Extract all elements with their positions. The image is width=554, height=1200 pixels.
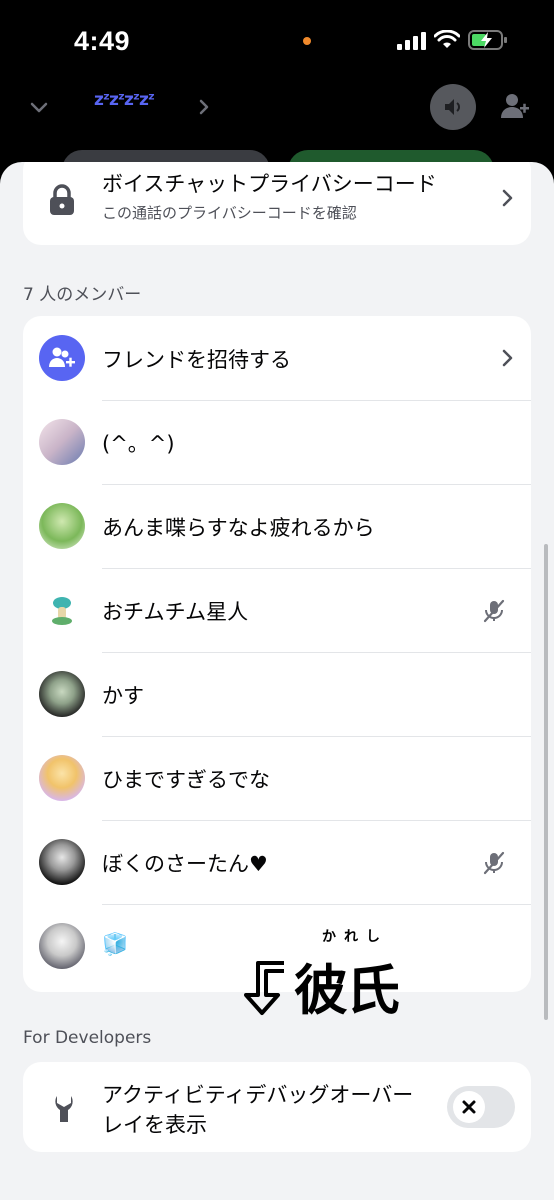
members-list: フレンドを招待する (^。^) あんま喋らすなよ疲れるから おチムチム星人 かす… xyxy=(23,316,531,992)
status-bar: 4:49 xyxy=(0,0,554,80)
invite-friends-label: フレンドを招待する xyxy=(102,348,291,372)
add-user-icon[interactable] xyxy=(500,92,530,120)
developers-header: For Developers xyxy=(23,1028,152,1048)
invite-friends-row[interactable]: フレンドを招待する xyxy=(23,316,531,401)
scrollbar[interactable] xyxy=(544,544,548,1020)
divider xyxy=(102,820,531,821)
lock-icon xyxy=(50,184,74,215)
member-avatar xyxy=(39,755,85,801)
member-row[interactable]: あんま喋らすなよ疲れるから xyxy=(23,484,531,569)
toggle-knob xyxy=(453,1091,485,1123)
divider xyxy=(102,652,531,653)
chevron-right-icon[interactable] xyxy=(196,96,212,118)
divider xyxy=(102,736,531,737)
member-row[interactable]: ひまですぎるでな xyxy=(23,736,531,821)
divider xyxy=(102,568,531,569)
debug-overlay-toggle[interactable] xyxy=(447,1086,515,1128)
wifi-icon xyxy=(434,30,460,48)
member-avatar xyxy=(39,587,85,633)
debug-overlay-row[interactable]: アクティビティデバッグオーバーレイを表示 xyxy=(23,1062,531,1152)
debug-overlay-label: アクティビティデバッグオーバーレイを表示 xyxy=(102,1083,414,1137)
member-name: かす xyxy=(102,684,144,708)
channel-name-text: zᶻzᶻzᶻzᶻ xyxy=(94,90,155,110)
member-row[interactable]: ぼくのさーたん♥ xyxy=(23,820,531,905)
divider xyxy=(102,400,531,401)
privacy-title: ボイスチャットプライバシーコード xyxy=(102,172,437,196)
chevron-right-icon xyxy=(502,349,513,367)
members-header: 7 人のメンバー xyxy=(23,285,142,305)
divider xyxy=(102,484,531,485)
speaker-button[interactable] xyxy=(430,84,476,130)
privacy-indicator-dot xyxy=(303,37,311,45)
member-avatar xyxy=(39,839,85,885)
annotation-text: 彼氏 xyxy=(294,959,400,1022)
wrench-icon xyxy=(55,1096,73,1122)
speaker-icon xyxy=(445,99,460,115)
privacy-subtitle: この通話のプライバシーコードを確認 xyxy=(102,204,357,222)
channel-name[interactable]: zᶻzᶻzᶻzᶻ xyxy=(94,90,155,110)
member-name: 🧊 xyxy=(102,932,129,956)
battery-charging-icon xyxy=(468,30,507,50)
chevron-down-icon[interactable] xyxy=(28,96,50,118)
mic-muted-icon xyxy=(483,599,505,623)
privacy-code-row[interactable]: ボイスチャットプライバシーコード この通話のプライバシーコードを確認 xyxy=(23,162,531,245)
member-avatar xyxy=(39,923,85,969)
close-icon xyxy=(462,1100,476,1114)
cellular-signal-icon xyxy=(397,32,426,50)
member-name: あんま喋らすなよ疲れるから xyxy=(102,516,375,540)
status-time: 4:49 xyxy=(74,26,131,56)
member-avatar xyxy=(39,671,85,717)
chevron-right-icon xyxy=(502,189,513,207)
member-avatar xyxy=(39,419,85,465)
member-name: おチムチム星人 xyxy=(102,600,249,624)
member-name: ぼくのさーたん♥ xyxy=(102,852,268,876)
member-row[interactable]: おチムチム星人 xyxy=(23,568,531,653)
invite-friends-icon xyxy=(39,335,85,381)
annotation-arrow xyxy=(244,961,284,1015)
member-avatar xyxy=(39,503,85,549)
member-name: ひまですぎるでな xyxy=(102,768,270,792)
divider xyxy=(102,904,531,905)
member-row[interactable]: (^。^) xyxy=(23,400,531,485)
member-name: (^。^) xyxy=(102,432,175,456)
mic-muted-icon xyxy=(483,851,505,875)
member-row[interactable]: かす xyxy=(23,652,531,737)
voice-settings-sheet: ボイスチャットプライバシーコード この通話のプライバシーコードを確認 7 人のメ… xyxy=(0,162,554,1200)
annotation-ruby: かれし xyxy=(322,929,388,945)
